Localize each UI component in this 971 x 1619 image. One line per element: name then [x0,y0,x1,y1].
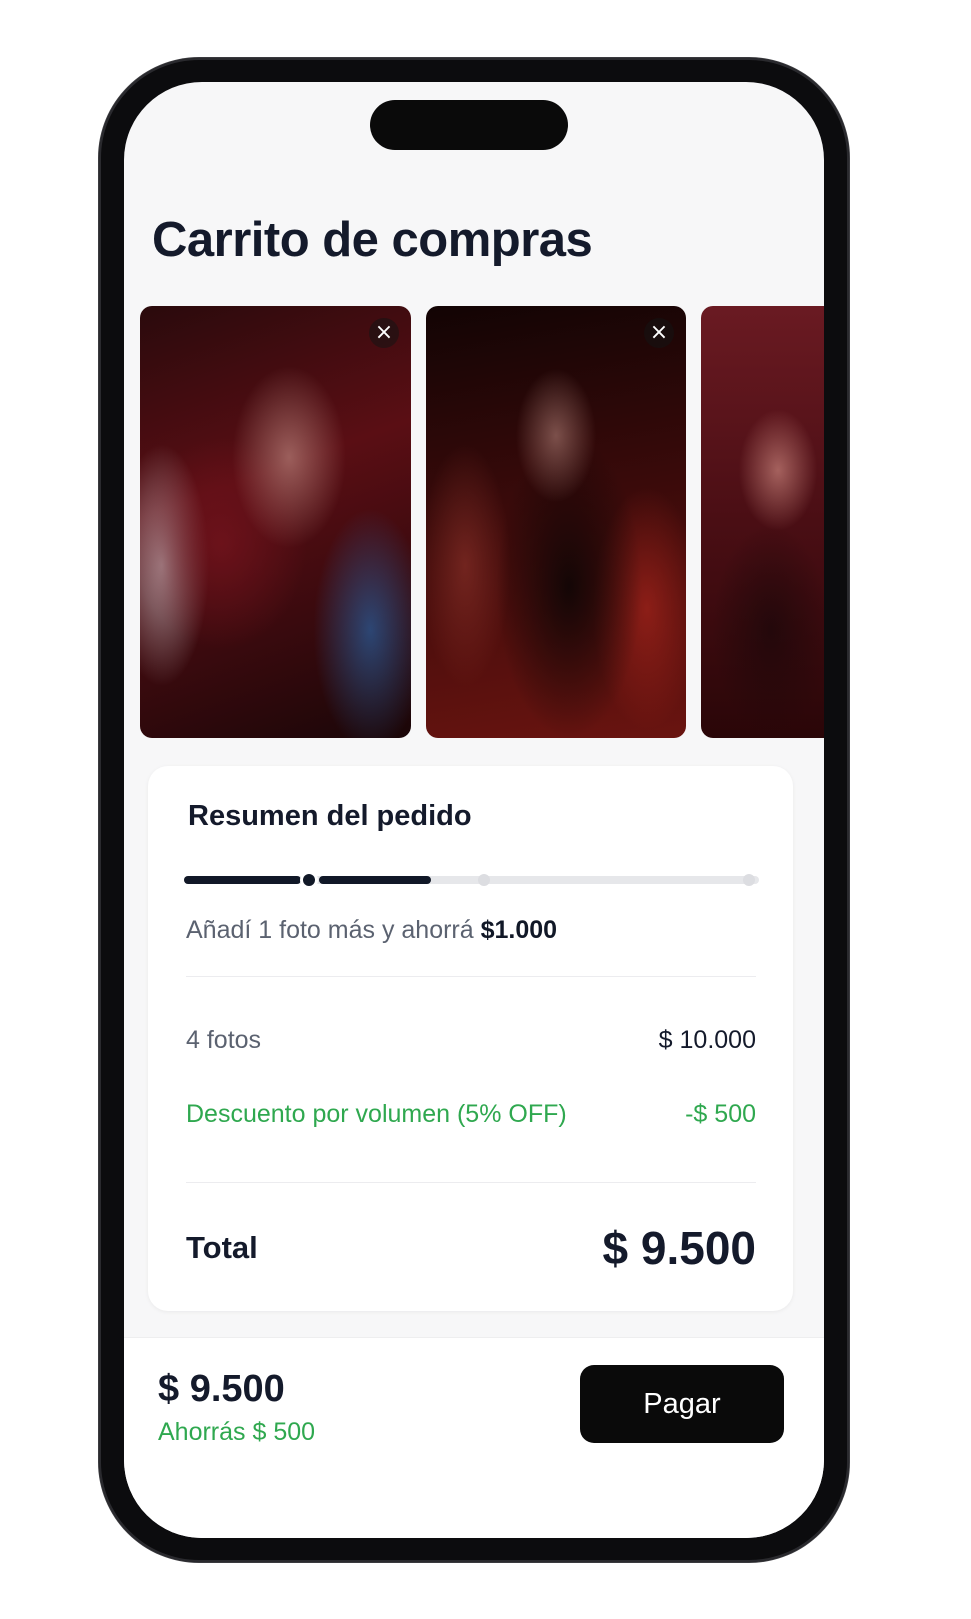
items-row: 4 fotos $ 10.000 [186,1026,756,1055]
cart-photo[interactable]: × [140,306,411,738]
summary-title: Resumen del pedido [188,800,472,832]
progress-step-dot [743,874,755,886]
discount-value: -$ 500 [685,1100,756,1128]
discount-row: Descuento por volumen (5% OFF) -$ 500 [186,1100,756,1129]
progress-step-dot [478,874,490,886]
savings-hint-amount: $1.000 [480,916,558,944]
progress-fill [184,876,301,884]
divider [186,1182,756,1183]
items-value: $ 10.000 [658,1026,756,1054]
progress-step-dot [303,874,315,886]
photo-carousel[interactable]: × × [140,306,824,740]
savings-hint-text: Añadí 1 foto más y ahorrá [186,916,474,944]
close-icon[interactable]: × [644,318,674,348]
discount-progress-bar [184,870,759,890]
progress-fill [319,876,431,884]
page-title: Carrito de compras [152,213,593,267]
checkout-total: $ 9.500 [158,1368,285,1410]
checkout-bar: $ 9.500 Ahorrás $ 500 Pagar [124,1337,824,1538]
checkout-savings: Ahorrás $ 500 [158,1418,316,1446]
pay-button[interactable]: Pagar [580,1365,784,1443]
dynamic-island [370,100,568,150]
close-icon[interactable]: × [369,318,399,348]
total-label: Total [186,1230,258,1265]
discount-label: Descuento por volumen (5% OFF) [186,1100,567,1128]
cart-photo[interactable] [701,306,824,738]
cart-photo[interactable]: × [426,306,686,738]
phone-screen: Carrito de compras × × Resumen del pedid… [124,82,824,1538]
total-row: Total $ 9.500 [186,1221,756,1275]
items-label: 4 fotos [186,1026,262,1054]
divider [186,976,756,977]
order-summary-card: Resumen del pedido Añadí 1 foto más y ah… [148,766,793,1311]
total-value: $ 9.500 [602,1222,756,1274]
savings-hint: Añadí 1 foto más y ahorrá $1.000 [186,916,557,945]
